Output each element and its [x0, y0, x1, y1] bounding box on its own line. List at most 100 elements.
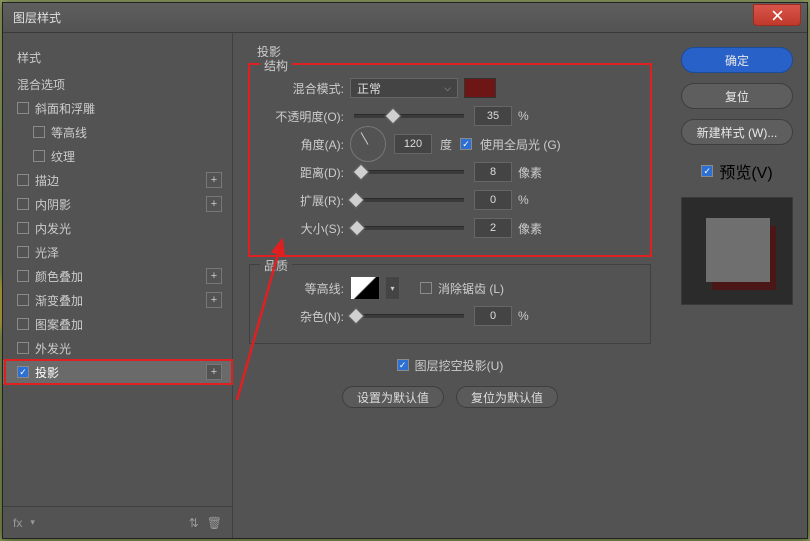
dialog-title: 图层样式: [13, 9, 61, 26]
sidebar-item-1[interactable]: 等高线: [3, 120, 232, 144]
opacity-slider[interactable]: [354, 114, 464, 118]
cancel-button[interactable]: 复位: [681, 83, 793, 109]
sidebar-item-label: 渐变叠加: [35, 292, 83, 309]
distance-unit: 像素: [518, 164, 546, 181]
style-checkbox[interactable]: [17, 198, 29, 210]
style-checkbox[interactable]: [17, 102, 29, 114]
style-checkbox[interactable]: [17, 294, 29, 306]
knockout-checkbox[interactable]: [397, 359, 409, 371]
fx-menu-icon[interactable]: fx: [13, 516, 22, 530]
sidebar-item-5[interactable]: 内发光: [3, 216, 232, 240]
style-checkbox[interactable]: [17, 270, 29, 282]
noise-label: 杂色(N):: [262, 308, 344, 325]
spread-label: 扩展(R):: [262, 192, 344, 209]
spread-input[interactable]: [474, 190, 512, 210]
sidebar-footer: fx ▾ ⇅ 🗑: [3, 506, 232, 538]
shadow-color-swatch[interactable]: [464, 78, 496, 98]
antialias-checkbox[interactable]: [420, 282, 432, 294]
preview-checkbox[interactable]: [701, 165, 713, 177]
distance-input[interactable]: [474, 162, 512, 182]
add-effect-icon[interactable]: +: [206, 292, 222, 308]
style-checkbox[interactable]: [17, 318, 29, 330]
sidebar-item-label: 等高线: [51, 124, 87, 141]
size-input[interactable]: [474, 218, 512, 238]
sidebar-item-9[interactable]: 图案叠加: [3, 312, 232, 336]
preview-label: 预览(V): [719, 159, 772, 183]
distance-label: 距离(D):: [262, 164, 344, 181]
style-checkbox[interactable]: [17, 246, 29, 258]
sidebar-header: 样式: [3, 43, 232, 72]
trash-icon[interactable]: 🗑: [207, 516, 222, 530]
sidebar-item-11[interactable]: 投影 +: [3, 360, 232, 384]
sidebar-item-8[interactable]: 渐变叠加 +: [3, 288, 232, 312]
sidebar-item-label: 颜色叠加: [35, 268, 83, 285]
sidebar-item-label: 光泽: [35, 244, 59, 261]
style-checkbox[interactable]: [17, 174, 29, 186]
sidebar-item-label: 斜面和浮雕: [35, 100, 95, 117]
sidebar-item-label: 描边: [35, 172, 59, 189]
style-checkbox[interactable]: [17, 366, 29, 378]
chevron-down-icon: ⌵: [444, 83, 451, 94]
noise-input[interactable]: [474, 306, 512, 326]
main-panel: 投影 结构 混合模式: 正常 ⌵ 不透明度(O): %: [233, 33, 667, 538]
chevron-down-icon: ▾: [390, 284, 394, 293]
right-panel: 确定 复位 新建样式 (W)... 预览(V): [667, 33, 807, 538]
distance-slider[interactable]: [354, 170, 464, 174]
contour-swatch[interactable]: [350, 276, 380, 300]
sidebar-item-label: 混合选项: [17, 76, 65, 93]
knockout-label: 图层挖空投影(U): [415, 357, 504, 374]
reset-default-button[interactable]: 复位为默认值: [456, 386, 558, 408]
angle-dial[interactable]: [350, 126, 386, 162]
angle-unit: 度: [440, 136, 452, 153]
contour-label: 等高线:: [262, 280, 344, 297]
sidebar-item-label: 图案叠加: [35, 316, 83, 333]
opacity-label: 不透明度(O):: [262, 108, 344, 125]
sidebar-item-label: 投影: [35, 364, 59, 381]
add-effect-icon[interactable]: +: [206, 196, 222, 212]
noise-slider[interactable]: [354, 314, 464, 318]
close-button[interactable]: [753, 4, 801, 26]
noise-unit: %: [518, 309, 546, 323]
style-checkbox[interactable]: [17, 342, 29, 354]
reorder-icon[interactable]: ⇅: [189, 516, 199, 530]
fx-caret-icon[interactable]: ▾: [30, 517, 35, 528]
add-effect-icon[interactable]: +: [206, 268, 222, 284]
structure-group: 结构 混合模式: 正常 ⌵ 不透明度(O): % 角度(A):: [249, 64, 651, 256]
sidebar-item-10[interactable]: 外发光: [3, 336, 232, 360]
make-default-button[interactable]: 设置为默认值: [342, 386, 444, 408]
sidebar-item-label: 外发光: [35, 340, 71, 357]
size-label: 大小(S):: [262, 220, 344, 237]
sidebar-item-2[interactable]: 纹理: [3, 144, 232, 168]
sidebar-item-3[interactable]: 描边 +: [3, 168, 232, 192]
new-style-button[interactable]: 新建样式 (W)...: [681, 119, 793, 145]
blend-mode-dropdown[interactable]: 正常 ⌵: [350, 78, 458, 98]
size-unit: 像素: [518, 220, 546, 237]
spread-unit: %: [518, 193, 546, 207]
sidebar-item-0[interactable]: 斜面和浮雕: [3, 96, 232, 120]
structure-legend: 结构: [260, 57, 292, 74]
titlebar[interactable]: 图层样式: [3, 3, 807, 33]
sidebar-item-7[interactable]: 颜色叠加 +: [3, 264, 232, 288]
opacity-input[interactable]: [474, 106, 512, 126]
contour-dropdown[interactable]: ▾: [386, 276, 400, 300]
sidebar-item-4[interactable]: 内阴影+: [3, 192, 232, 216]
spread-slider[interactable]: [354, 198, 464, 202]
styles-sidebar: 样式 混合选项 斜面和浮雕等高线纹理描边+内阴影+内发光光泽颜色叠加+渐变叠加+…: [3, 33, 233, 538]
style-checkbox[interactable]: [33, 150, 45, 162]
angle-input[interactable]: [394, 134, 432, 154]
sidebar-item-blend-options[interactable]: 混合选项: [3, 72, 232, 96]
sidebar-item-6[interactable]: 光泽: [3, 240, 232, 264]
quality-legend: 品质: [260, 257, 292, 274]
blend-mode-value: 正常: [357, 80, 381, 97]
close-icon: [772, 10, 783, 21]
global-light-checkbox[interactable]: [460, 138, 472, 150]
blend-mode-label: 混合模式:: [262, 80, 344, 97]
ok-button[interactable]: 确定: [681, 47, 793, 73]
style-checkbox[interactable]: [17, 222, 29, 234]
size-slider[interactable]: [354, 226, 464, 230]
add-effect-icon[interactable]: +: [206, 364, 222, 380]
global-light-label: 使用全局光 (G): [480, 136, 561, 153]
add-effect-icon[interactable]: +: [206, 172, 222, 188]
style-checkbox[interactable]: [33, 126, 45, 138]
angle-label: 角度(A):: [262, 136, 344, 153]
